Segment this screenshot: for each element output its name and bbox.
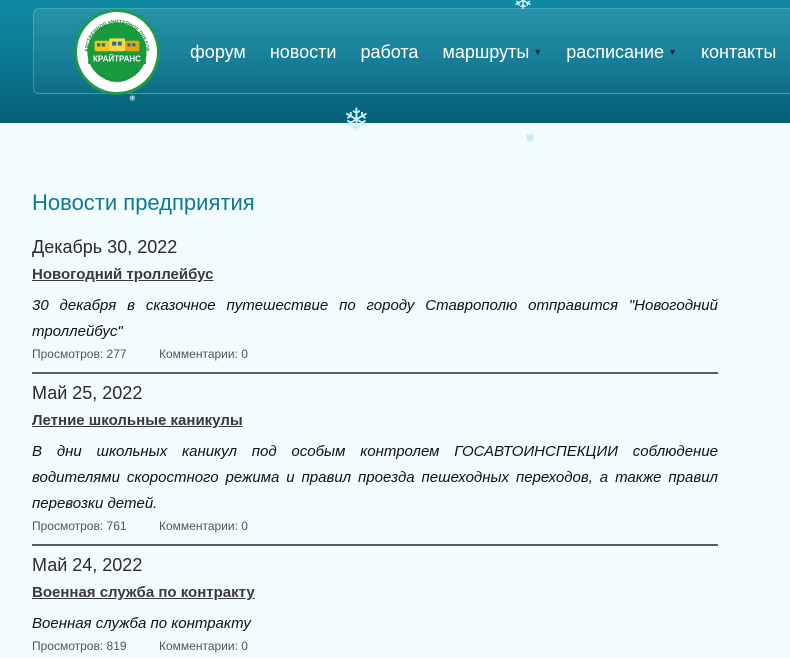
logo[interactable]: ГОСУДАРСТВЕННОЕ УНИТАРНОЕ ПРЕДПРИЯТИЕ КР… (74, 9, 160, 95)
nav-item-label: новости (269, 41, 337, 62)
comments-count: Комментарии: 0 (159, 519, 248, 533)
snowflake-icon: ❄ (343, 102, 370, 138)
news-excerpt: В дни школьных каникул под особым контро… (32, 443, 718, 512)
views-count: Просмотров: 761 (32, 519, 127, 533)
news-title-link[interactable]: Летние школьные каникулы (32, 412, 243, 429)
nav-item-label: форум (190, 41, 246, 62)
news-date: Май 25, 2022 (32, 383, 143, 403)
nav-item-label: работа (360, 41, 419, 62)
news-meta: Просмотров: 277 Комментарии: 0 (32, 347, 718, 361)
logo-emblem-icon: ГОСУДАРСТВЕННОЕ УНИТАРНОЕ ПРЕДПРИЯТИЕ КР… (77, 12, 155, 90)
snowflake-icon: ❄ (129, 94, 136, 103)
comments-count: Комментарии: 0 (159, 347, 248, 361)
nav-item-label: контакты (700, 41, 777, 62)
nav-item-routes[interactable]: маршруты ▼ (442, 42, 542, 63)
main-nav: форум новости работа маршруты ▼ расписани… (190, 40, 790, 64)
snowflake-icon: ❄ (525, 131, 536, 145)
divider (32, 544, 718, 546)
news-title-link[interactable]: Новогодний троллейбус (32, 266, 214, 283)
news-item: Май 25, 2022 Летние школьные каникулы В … (32, 382, 718, 533)
views-count: Просмотров: 277 (32, 347, 127, 361)
nav-item-forum[interactable]: форум (190, 42, 246, 63)
views-count: Просмотров: 819 (32, 639, 127, 653)
nav-item-schedule[interactable]: расписание ▼ (566, 42, 677, 63)
nav-item-contacts[interactable]: контакты (701, 42, 776, 63)
news-item: Май 24, 2022 Военная служба по контракту… (32, 554, 718, 653)
nav-item-label: расписание (566, 41, 665, 62)
news-meta: Просмотров: 761 Комментарии: 0 (32, 519, 718, 533)
nav-item-jobs[interactable]: работа (360, 42, 418, 63)
comments-count: Комментарии: 0 (159, 639, 248, 653)
chevron-down-icon: ▼ (668, 47, 677, 57)
news-excerpt: Военная служба по контракту (32, 615, 251, 632)
news-date: Декабрь 30, 2022 (32, 237, 178, 257)
news-title-link[interactable]: Военная служба по контракту (32, 584, 255, 601)
snowflake-icon: ❄ (513, 0, 534, 15)
page-title: Новости предприятия (32, 190, 255, 215)
divider (32, 372, 718, 374)
chevron-down-icon: ▼ (533, 47, 543, 57)
news-item: Декабрь 30, 2022 Новогодний троллейбус 3… (32, 236, 718, 361)
news-section: Новости предприятия Декабрь 30, 2022 Нов… (32, 190, 718, 653)
logo-name: КРАЙТРАНС (93, 55, 141, 64)
news-date: Май 24, 2022 (32, 555, 143, 575)
nav-item-news[interactable]: новости (270, 42, 337, 63)
news-excerpt: 30 декабря в сказочное путешествие по го… (32, 297, 718, 340)
nav-item-label: маршруты (442, 41, 530, 62)
news-meta: Просмотров: 819 Комментарии: 0 (32, 639, 718, 653)
